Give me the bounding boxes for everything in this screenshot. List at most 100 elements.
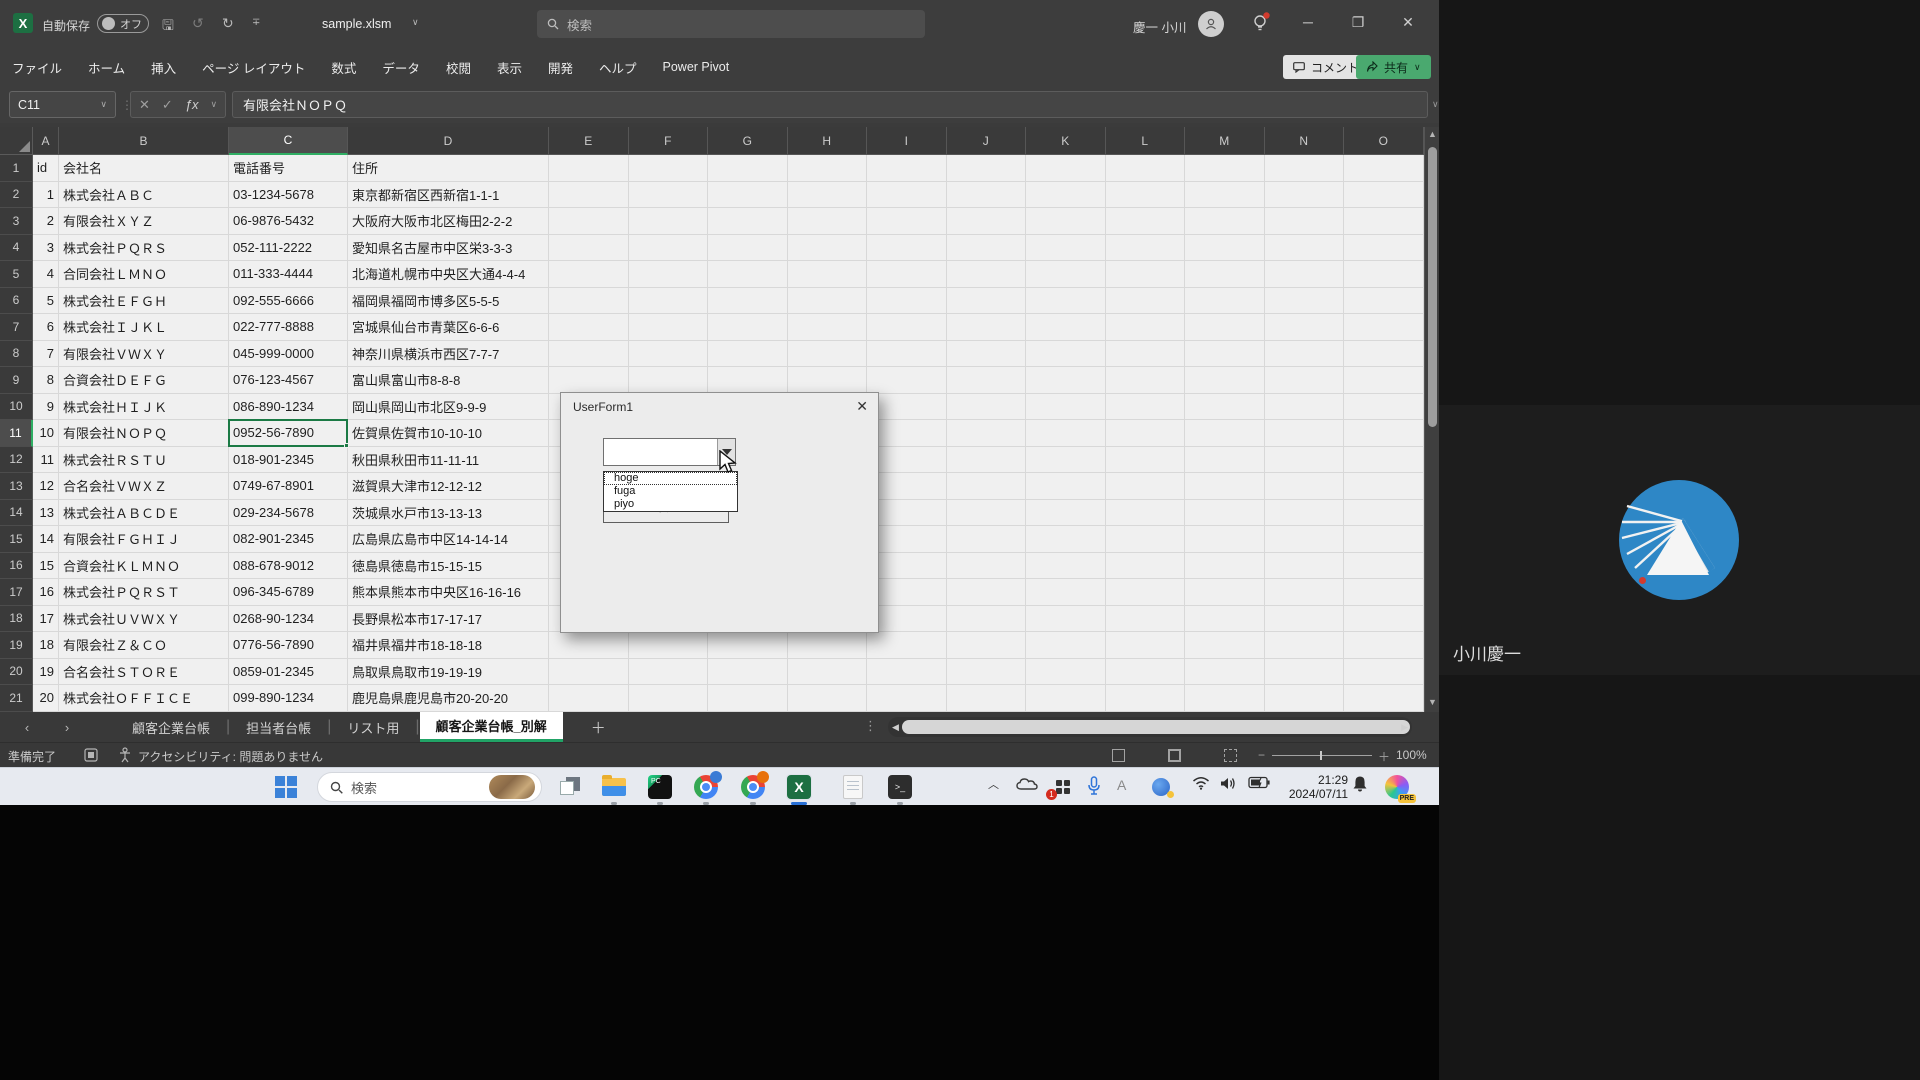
dropdown-item-piyo[interactable]: piyo — [604, 498, 737, 511]
cell-B9[interactable]: 合資会社ＤＥＦＧ — [59, 367, 229, 394]
cell-F4[interactable] — [629, 235, 709, 262]
page-break-view-icon[interactable] — [1224, 749, 1237, 762]
whats-new-bulb-icon[interactable] — [1251, 12, 1271, 39]
row-header-19[interactable]: 19 — [0, 632, 33, 659]
sheet-prev-icon[interactable]: ‹ — [14, 720, 40, 735]
cell-N21[interactable] — [1265, 685, 1345, 712]
minimize-button[interactable]: ─ — [1293, 14, 1323, 30]
cell-C6[interactable]: 092-555-6666 — [229, 288, 348, 315]
formula-input[interactable]: 有限会社ＮＯＰＱ — [232, 91, 1428, 118]
cell-F2[interactable] — [629, 182, 709, 209]
ribbon-tab-9[interactable]: ヘルプ — [599, 58, 637, 77]
ribbon-tab-10[interactable]: Power Pivot — [663, 60, 730, 74]
name-box[interactable]: C11 ∨ — [9, 91, 116, 118]
cell-G20[interactable] — [708, 659, 788, 686]
cell-G7[interactable] — [708, 314, 788, 341]
row-header-13[interactable]: 13 — [0, 473, 33, 500]
cell-O20[interactable] — [1344, 659, 1424, 686]
participant-video-tile[interactable]: 小川慶一 — [1439, 405, 1920, 675]
cell-I21[interactable] — [867, 685, 947, 712]
tab-scroll-splitter[interactable]: ⋮ — [864, 718, 877, 734]
cell-L21[interactable] — [1106, 685, 1186, 712]
row-header-11[interactable]: 11 — [0, 420, 33, 447]
cell-I5[interactable] — [867, 261, 947, 288]
cell-E9[interactable] — [549, 367, 629, 394]
cell-H20[interactable] — [788, 659, 868, 686]
cell-C18[interactable]: 0268-90-1234 — [229, 606, 348, 633]
cell-O9[interactable] — [1344, 367, 1424, 394]
cell-J16[interactable] — [947, 553, 1027, 580]
cell-A8[interactable]: 7 — [33, 341, 59, 368]
cell-O5[interactable] — [1344, 261, 1424, 288]
tray-sphere-button[interactable] — [1148, 774, 1174, 800]
cell-N4[interactable] — [1265, 235, 1345, 262]
cell-L17[interactable] — [1106, 579, 1186, 606]
cell-B5[interactable]: 合同会社ＬＭＮＯ — [59, 261, 229, 288]
cell-L15[interactable] — [1106, 526, 1186, 553]
row-header-2[interactable]: 2 — [0, 182, 33, 209]
cell-D15[interactable]: 広島県広島市中区14-14-14 — [348, 526, 549, 553]
zoom-slider[interactable] — [1272, 755, 1372, 756]
row-header-9[interactable]: 9 — [0, 367, 33, 394]
cell-H4[interactable] — [788, 235, 868, 262]
vertical-scrollbar[interactable]: ▲▼ — [1424, 127, 1439, 712]
cell-A3[interactable]: 2 — [33, 208, 59, 235]
cell-K13[interactable] — [1026, 473, 1106, 500]
row-header-17[interactable]: 17 — [0, 579, 33, 606]
row-header-16[interactable]: 16 — [0, 553, 33, 580]
cell-I1[interactable] — [867, 155, 947, 182]
cell-B10[interactable]: 株式会社ＨＩＪＫ — [59, 394, 229, 421]
cell-C2[interactable]: 03-1234-5678 — [229, 182, 348, 209]
accessibility-status[interactable]: アクセシビリティ: 問題ありません — [138, 748, 323, 765]
cell-M17[interactable] — [1185, 579, 1265, 606]
cell-N2[interactable] — [1265, 182, 1345, 209]
cell-C20[interactable]: 0859-01-2345 — [229, 659, 348, 686]
cell-K18[interactable] — [1026, 606, 1106, 633]
cell-B21[interactable]: 株式会社ＯＦＦＩＣＥ — [59, 685, 229, 712]
cell-E20[interactable] — [549, 659, 629, 686]
cell-M19[interactable] — [1185, 632, 1265, 659]
cell-N19[interactable] — [1265, 632, 1345, 659]
cell-A1[interactable]: id — [33, 155, 59, 182]
cell-J14[interactable] — [947, 500, 1027, 527]
cell-A15[interactable]: 14 — [33, 526, 59, 553]
cell-D16[interactable]: 徳島県徳島市15-15-15 — [348, 553, 549, 580]
cell-C10[interactable]: 086-890-1234 — [229, 394, 348, 421]
cell-A20[interactable]: 19 — [33, 659, 59, 686]
file-explorer-button[interactable] — [601, 774, 627, 800]
cell-K1[interactable] — [1026, 155, 1106, 182]
column-header-C[interactable]: C — [229, 127, 348, 155]
save-icon[interactable]: 🖫 — [162, 15, 174, 39]
cell-L13[interactable] — [1106, 473, 1186, 500]
cell-N17[interactable] — [1265, 579, 1345, 606]
cell-G6[interactable] — [708, 288, 788, 315]
cell-B1[interactable]: 会社名 — [59, 155, 229, 182]
cell-K12[interactable] — [1026, 447, 1106, 474]
cell-B17[interactable]: 株式会社ＰＱＲＳＴ — [59, 579, 229, 606]
cell-N15[interactable] — [1265, 526, 1345, 553]
cell-K8[interactable] — [1026, 341, 1106, 368]
cell-J12[interactable] — [947, 447, 1027, 474]
cell-E8[interactable] — [549, 341, 629, 368]
row-header-14[interactable]: 14 — [0, 500, 33, 527]
row-header-15[interactable]: 15 — [0, 526, 33, 553]
cell-A14[interactable]: 13 — [33, 500, 59, 527]
cell-O1[interactable] — [1344, 155, 1424, 182]
cell-M6[interactable] — [1185, 288, 1265, 315]
ribbon-tab-8[interactable]: 開発 — [548, 58, 573, 77]
cell-I4[interactable] — [867, 235, 947, 262]
restore-button[interactable]: ❐ — [1343, 14, 1373, 31]
cancel-entry-icon[interactable]: ✕ — [139, 97, 150, 113]
ribbon-tab-3[interactable]: ページ レイアウト — [202, 58, 305, 77]
cell-L12[interactable] — [1106, 447, 1186, 474]
cell-L16[interactable] — [1106, 553, 1186, 580]
cell-J7[interactable] — [947, 314, 1027, 341]
cell-D7[interactable]: 宮城県仙台市青葉区6-6-6 — [348, 314, 549, 341]
cell-M9[interactable] — [1185, 367, 1265, 394]
cell-O18[interactable] — [1344, 606, 1424, 633]
filename-chevron-icon[interactable]: ∨ — [412, 17, 419, 28]
cell-I3[interactable] — [867, 208, 947, 235]
cell-H6[interactable] — [788, 288, 868, 315]
cell-L14[interactable] — [1106, 500, 1186, 527]
cell-H9[interactable] — [788, 367, 868, 394]
